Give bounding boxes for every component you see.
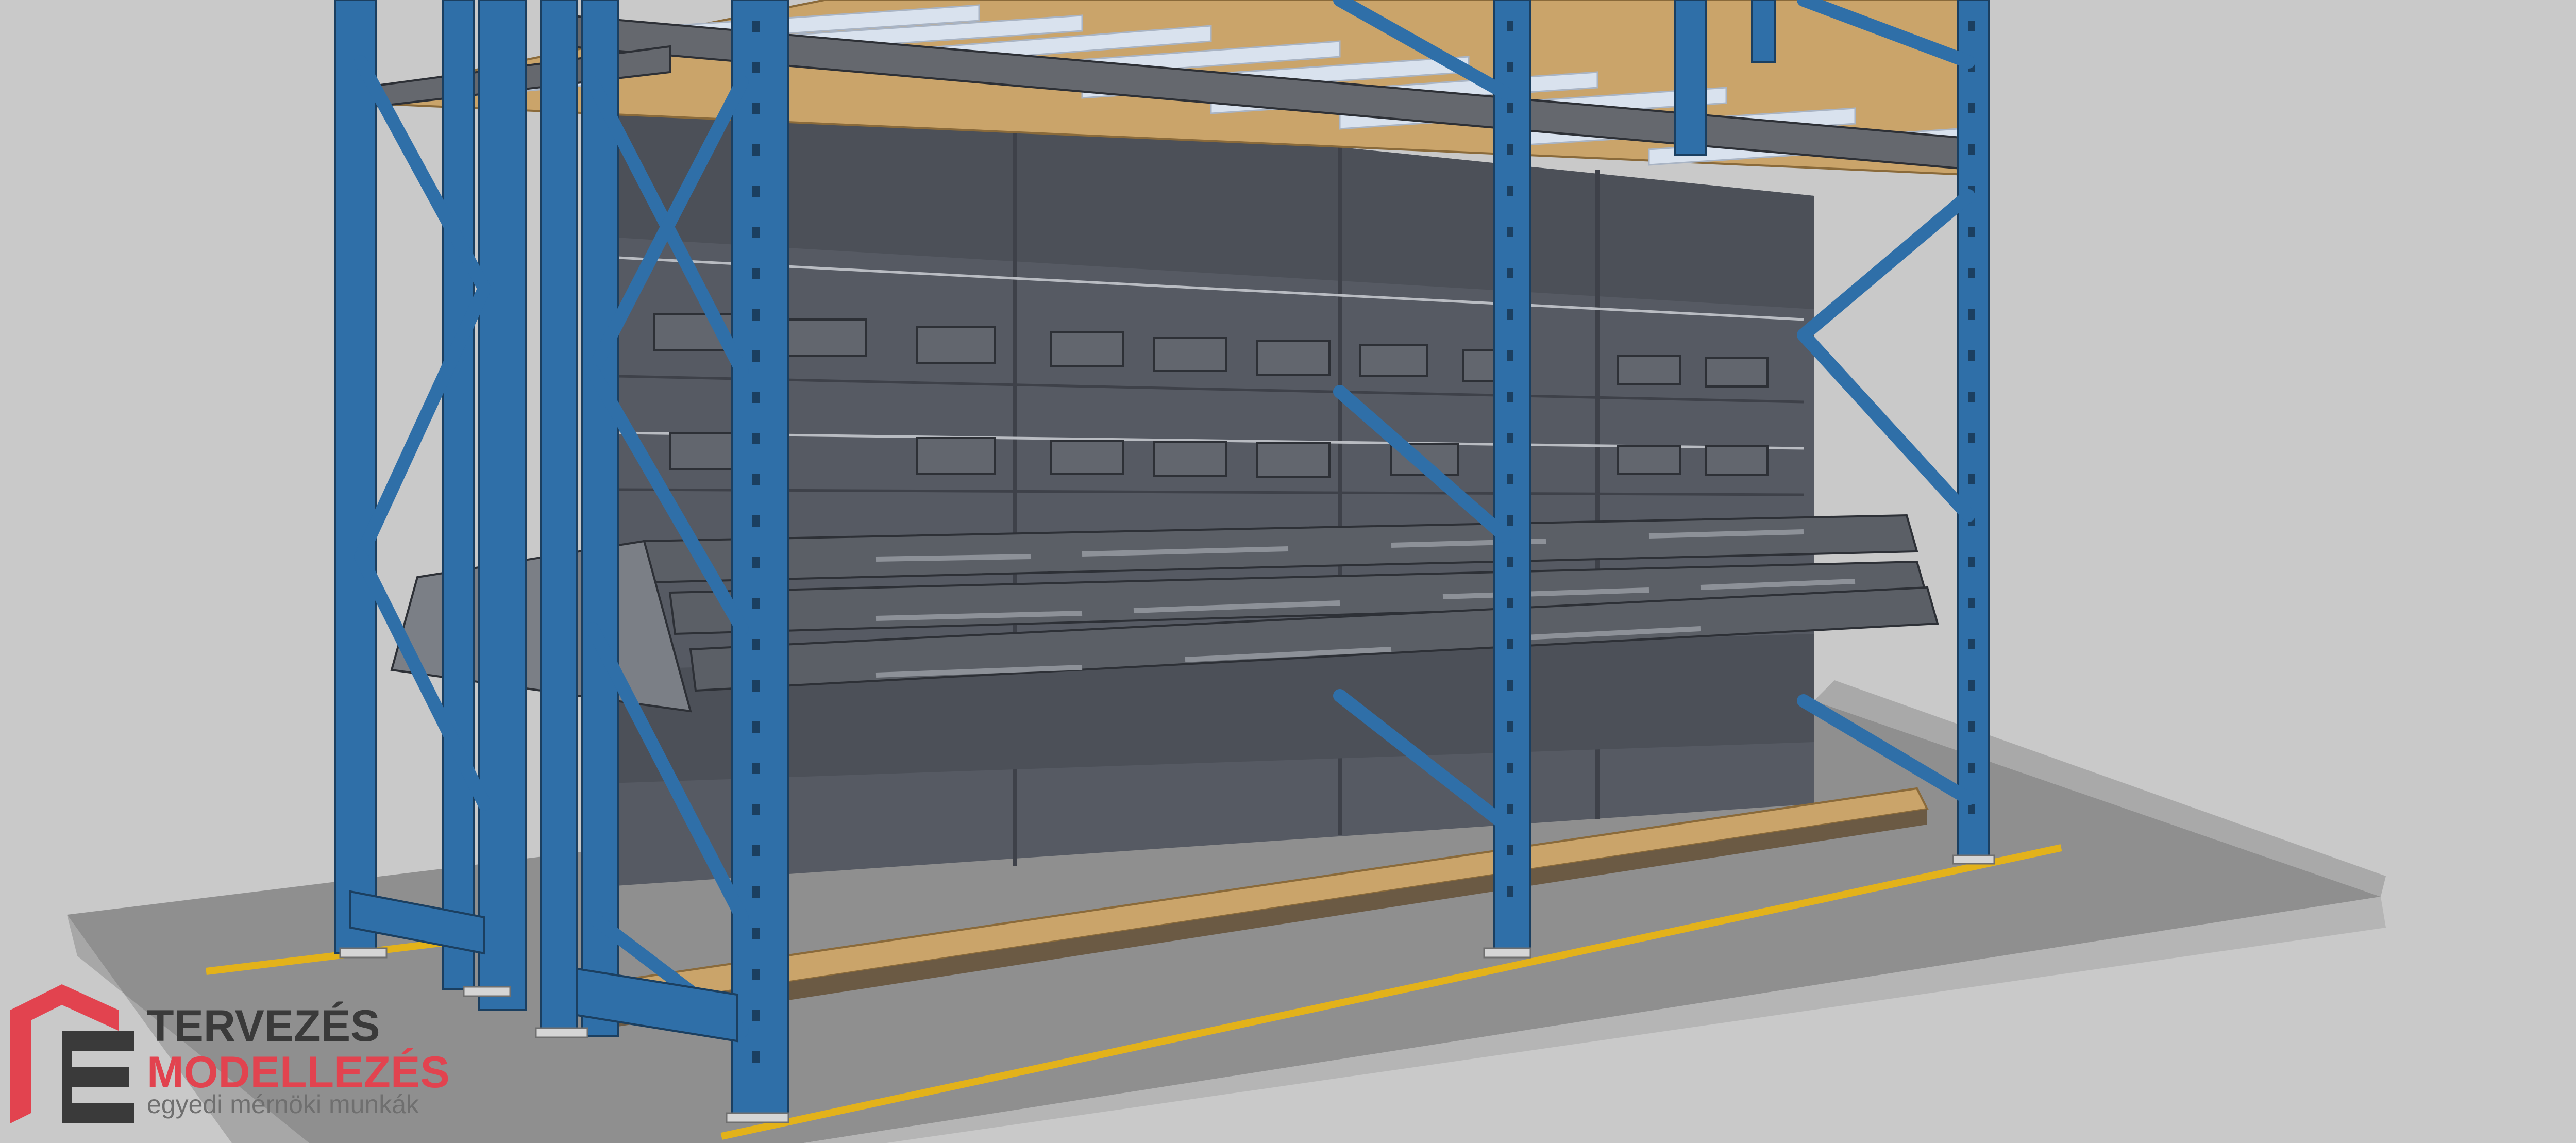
warehouse-rack-3d-render [0,0,2576,1143]
logo-tagline: egyedi mérnöki munkák [147,1090,419,1119]
logo-line-tervezes: TERVEZÉS [147,1001,380,1051]
fe-monogram-icon [10,984,134,1123]
company-logo: TERVEZÉS MODELLEZÉS egyedi mérnöki munká… [10,984,450,1123]
